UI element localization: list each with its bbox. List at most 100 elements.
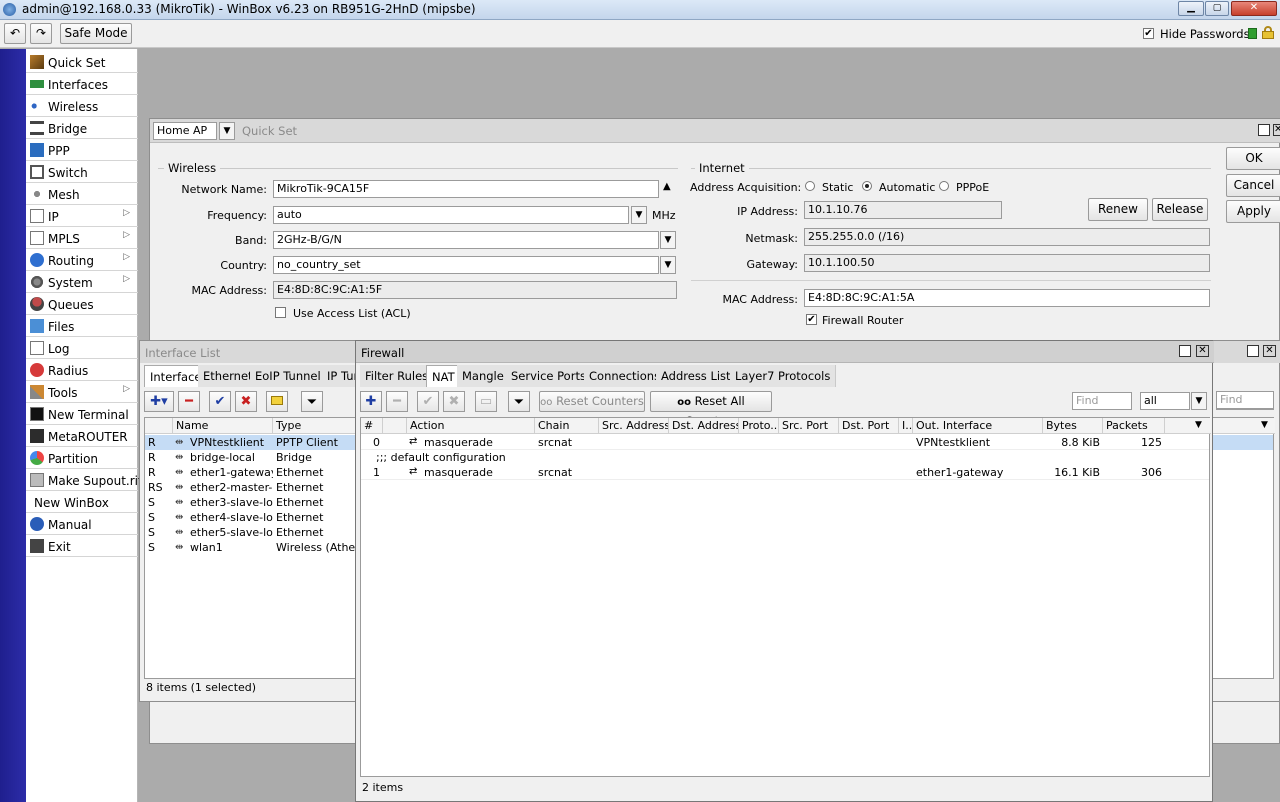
pppoe-radio[interactable]: [939, 181, 949, 191]
sidebar-item-mesh[interactable]: Mesh: [26, 183, 138, 205]
hide-passwords-checkbox[interactable]: ✔: [1143, 28, 1154, 39]
sidebar-item-bridge[interactable]: Bridge: [26, 117, 138, 139]
sidebar-item-routing[interactable]: Routing ▷: [26, 249, 138, 271]
automatic-radio[interactable]: [862, 181, 872, 191]
internet-mac-input[interactable]: E4:8D:8C:9C:A1:5A: [804, 289, 1210, 307]
static-radio[interactable]: [805, 181, 815, 191]
interface-list-maximize-button[interactable]: [1247, 345, 1259, 357]
band-input[interactable]: 2GHz-B/G/N: [273, 231, 659, 249]
firewall-maximize-button[interactable]: [1179, 345, 1191, 357]
cancel-button[interactable]: Cancel: [1226, 174, 1280, 197]
sidebar-item-ppp[interactable]: PPP: [26, 139, 138, 161]
sidebar-item-manual[interactable]: Manual: [26, 513, 138, 535]
fw-col-src-address[interactable]: Src. Address: [599, 418, 669, 434]
undo-button[interactable]: ↶: [4, 23, 26, 44]
fw-col-packets[interactable]: Packets: [1103, 418, 1165, 434]
tab-connections[interactable]: Connections: [584, 365, 667, 387]
fw-col-src-port[interactable]: Src. Port: [779, 418, 839, 434]
sidebar-item-metarouter[interactable]: MetaROUTER: [26, 425, 138, 447]
sidebar-item-new-terminal[interactable]: New Terminal: [26, 403, 138, 425]
fw-col-action[interactable]: Action: [407, 418, 535, 434]
ok-button[interactable]: OK: [1226, 147, 1280, 170]
col-type[interactable]: Type: [273, 418, 357, 434]
sidebar-item-mpls[interactable]: MPLS ▷: [26, 227, 138, 249]
renew-button[interactable]: Renew: [1088, 198, 1148, 221]
remove-button[interactable]: ━: [178, 391, 200, 412]
fw-col-proto[interactable]: Proto...: [739, 418, 779, 434]
tab-nat[interactable]: NAT: [426, 365, 461, 387]
quickset-close-button[interactable]: ✕: [1273, 124, 1280, 136]
country-input[interactable]: no_country_set: [273, 256, 659, 274]
iflist-right-find[interactable]: Find: [1216, 391, 1274, 409]
fw-comment-button[interactable]: ▭: [475, 391, 497, 412]
redo-button[interactable]: ↷: [30, 23, 52, 44]
sidebar-item-tools[interactable]: Tools ▷: [26, 381, 138, 403]
table-row[interactable]: 1 ⇄ masquerade srcnat ether1-gateway 16.1 KiB…: [361, 465, 1209, 480]
fw-col-dst-address[interactable]: Dst. Address: [669, 418, 739, 434]
firewall-filter-dropdown-icon[interactable]: ▼: [1191, 392, 1207, 410]
rule-comment-row[interactable]: ;;; default configuration: [361, 450, 1209, 465]
sidebar-item-make-supout-rif[interactable]: Make Supout.rif: [26, 469, 142, 491]
network-name-scroll-up-icon[interactable]: ▲: [663, 181, 671, 192]
quickset-mode-select[interactable]: Home AP: [153, 122, 217, 140]
tab-eoip-tunnel[interactable]: EoIP Tunnel: [250, 365, 327, 387]
sidebar-item-wireless[interactable]: Wireless: [26, 95, 138, 117]
country-dropdown-icon[interactable]: ▼: [660, 256, 676, 274]
fw-col-i[interactable]: I...: [899, 418, 913, 434]
disable-button[interactable]: ✖: [235, 391, 257, 412]
fw-remove-button[interactable]: ━: [386, 391, 408, 412]
sidebar-item-switch[interactable]: Switch: [26, 161, 138, 183]
reset-counters-button[interactable]: oo Reset Counters: [539, 391, 645, 412]
tab-filter-rules[interactable]: Filter Rules: [360, 365, 435, 387]
quickset-mode-dropdown-icon[interactable]: ▼: [219, 122, 235, 140]
tab-layer7-protocols[interactable]: Layer7 Protocols: [730, 365, 837, 387]
fw-filter-button[interactable]: ⏷: [508, 391, 530, 412]
apply-button[interactable]: Apply: [1226, 200, 1280, 223]
sidebar-item-queues[interactable]: Queues: [26, 293, 138, 315]
filter-button[interactable]: ⏷: [301, 391, 323, 412]
fw-enable-button[interactable]: ✔: [417, 391, 439, 412]
sidebar-item-radius[interactable]: Radius: [26, 359, 138, 381]
fw-col-num[interactable]: #: [361, 418, 383, 434]
comment-button[interactable]: [266, 391, 288, 412]
sidebar-item-interfaces[interactable]: Interfaces: [26, 73, 138, 95]
interface-list-close-button[interactable]: ✕: [1263, 345, 1276, 357]
sidebar-item-files[interactable]: Files: [26, 315, 138, 337]
columns-dropdown-icon[interactable]: ▼: [1261, 420, 1268, 430]
reset-all-counters-button[interactable]: oo Reset All Counters: [650, 391, 772, 428]
use-acl-checkbox[interactable]: [275, 307, 286, 318]
band-dropdown-icon[interactable]: ▼: [660, 231, 676, 249]
add-button[interactable]: ✚▾: [144, 391, 174, 412]
release-button[interactable]: Release: [1152, 198, 1208, 221]
tab-service-ports[interactable]: Service Ports: [506, 365, 592, 387]
frequency-dropdown-icon[interactable]: ▼: [631, 206, 647, 224]
col-name[interactable]: Name: [173, 418, 273, 434]
fw-col-icon[interactable]: [383, 418, 407, 434]
fw-col-dst-port[interactable]: Dst. Port: [839, 418, 899, 434]
sidebar-item-system[interactable]: System ▷: [26, 271, 138, 293]
sidebar-item-exit[interactable]: Exit: [26, 535, 138, 557]
close-button[interactable]: ✕: [1231, 1, 1277, 16]
sidebar-item-new-winbox[interactable]: New WinBox: [26, 491, 138, 513]
fw-col-bytes[interactable]: Bytes: [1043, 418, 1103, 434]
quickset-maximize-button[interactable]: [1258, 124, 1270, 136]
maximize-button[interactable]: ▢: [1205, 1, 1229, 16]
network-name-input[interactable]: MikroTik-9CA15F: [273, 180, 659, 198]
fw-add-button[interactable]: ✚: [360, 391, 382, 412]
fw-columns-dropdown-icon[interactable]: ▼: [1195, 420, 1202, 430]
frequency-input[interactable]: auto: [273, 206, 629, 224]
fw-disable-button[interactable]: ✖: [443, 391, 465, 412]
firewall-find-input[interactable]: Find: [1072, 392, 1132, 410]
enable-button[interactable]: ✔: [209, 391, 231, 412]
sidebar-item-partition[interactable]: Partition: [26, 447, 138, 469]
firewall-router-checkbox[interactable]: ✔: [806, 314, 817, 325]
tab-mangle[interactable]: Mangle: [457, 365, 510, 387]
table-row[interactable]: 0 ⇄ masquerade srcnat VPNtestklient 8.8 KiB 12…: [361, 435, 1209, 450]
sidebar-item-ip[interactable]: IP ▷: [26, 205, 138, 227]
sidebar-item-quick-set[interactable]: Quick Set: [26, 51, 138, 73]
safe-mode-button[interactable]: Safe Mode: [60, 23, 132, 44]
col-flag[interactable]: [145, 418, 173, 434]
minimize-button[interactable]: ▁: [1178, 1, 1204, 16]
firewall-filter-select[interactable]: all: [1140, 392, 1190, 410]
fw-col-out-interface[interactable]: Out. Interface: [913, 418, 1043, 434]
